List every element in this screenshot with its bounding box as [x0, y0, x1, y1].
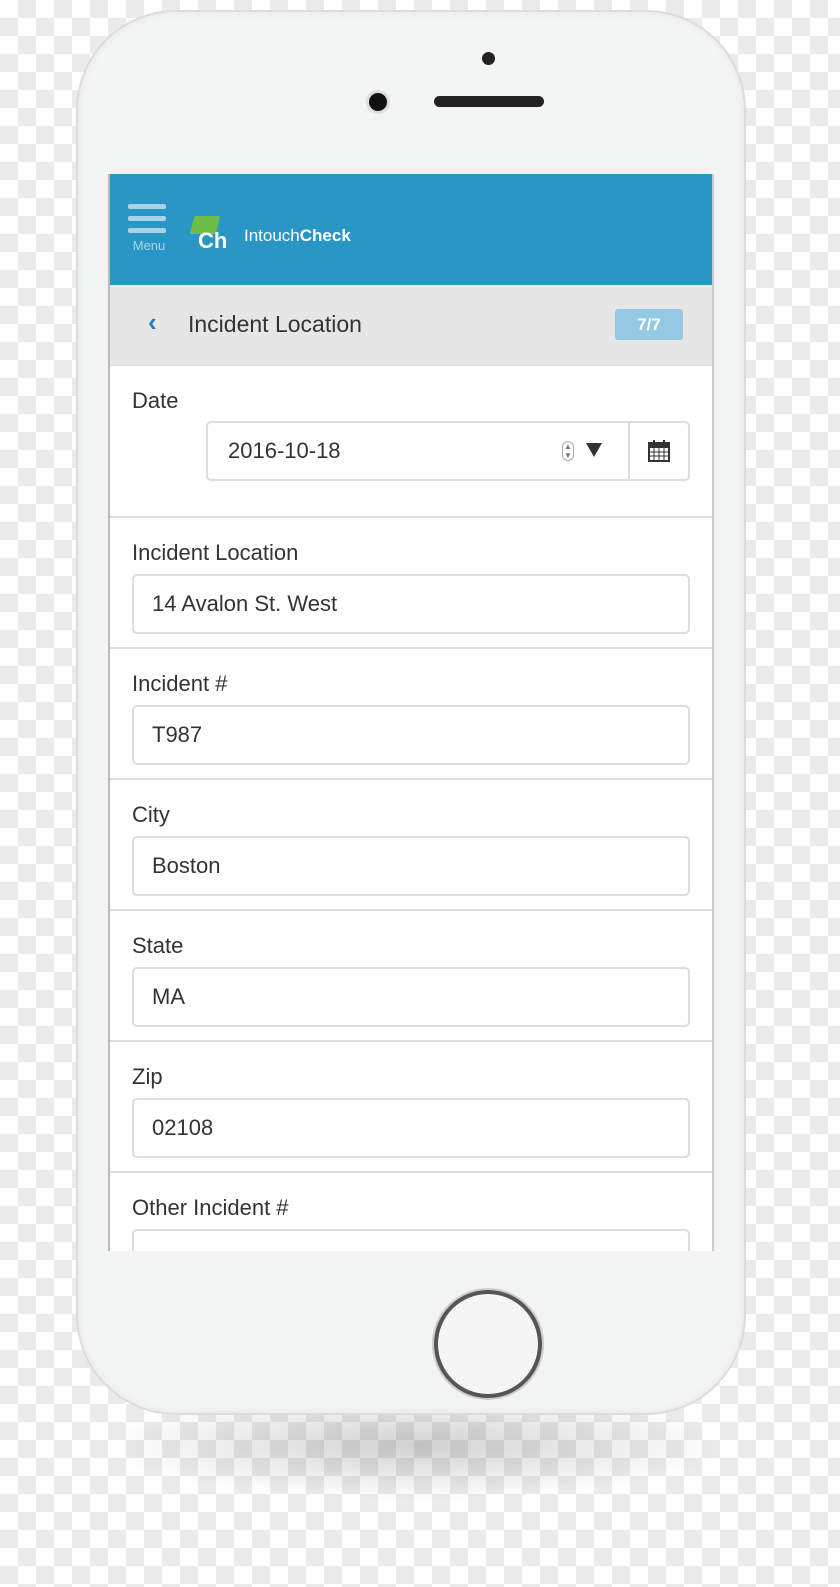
brand-name: IntouchCheck [244, 226, 351, 246]
calendar-icon [648, 440, 670, 462]
date-input-group: 2016-10-18 ▲ ▼ [206, 421, 690, 481]
location-input[interactable]: 14 Avalon St. West [132, 574, 690, 634]
logo: Ch [189, 214, 230, 254]
hamburger-icon-bar [128, 216, 166, 221]
home-button[interactable] [434, 1290, 542, 1398]
state-section: State MA [110, 911, 712, 1042]
other-incident-label: Other Incident # [132, 1195, 289, 1220]
menu-label: Menu [132, 238, 166, 253]
hamburger-icon [128, 204, 166, 209]
zip-input[interactable]: 02108 [132, 1098, 690, 1158]
logo-text: Ch [198, 228, 228, 253]
city-section: City Boston [110, 780, 712, 911]
brand-prefix: Intouch [244, 226, 300, 245]
city-input[interactable]: Boston [132, 836, 690, 896]
page-subheader: ‹ Incident Location 7/7 [110, 285, 712, 366]
back-chevron-icon[interactable]: ‹ [148, 307, 157, 338]
calendar-button[interactable] [628, 423, 688, 479]
state-input[interactable]: MA [132, 967, 690, 1027]
hamburger-icon-bar [128, 228, 166, 233]
incident-section: Incident # T987 [110, 649, 712, 780]
spinner-icon[interactable]: ▲ ▼ [562, 441, 574, 461]
date-input[interactable]: 2016-10-18 ▲ ▼ [208, 423, 628, 479]
speaker [434, 96, 544, 107]
date-section: Date 2016-10-18 ▲ ▼ [110, 366, 712, 518]
sensor [482, 52, 495, 65]
app-header: Menu Ch IntouchCheck [110, 174, 712, 285]
incident-input[interactable]: T987 [132, 705, 690, 765]
location-section: Incident Location 14 Avalon St. West [110, 518, 712, 649]
other-incident-input[interactable] [132, 1229, 690, 1251]
location-label: Incident Location [132, 540, 299, 565]
state-label: State [132, 933, 184, 958]
date-label: Date [132, 388, 179, 413]
menu-button[interactable]: Menu [128, 204, 170, 253]
city-label: City [132, 802, 170, 827]
other-incident-section: Other Incident # [110, 1173, 712, 1251]
date-value: 2016-10-18 [228, 438, 341, 463]
progress-badge: 7/7 [615, 309, 683, 340]
page-title: Incident Location [188, 311, 362, 337]
app-screen: Menu Ch IntouchCheck ‹ Incident Location… [108, 174, 714, 1251]
zip-section: Zip 02108 [110, 1042, 712, 1173]
front-camera [366, 90, 390, 114]
zip-label: Zip [132, 1064, 163, 1089]
incident-label: Incident # [132, 671, 228, 696]
brand-suffix: Check [299, 226, 351, 245]
dropdown-arrow-icon[interactable] [586, 443, 602, 457]
